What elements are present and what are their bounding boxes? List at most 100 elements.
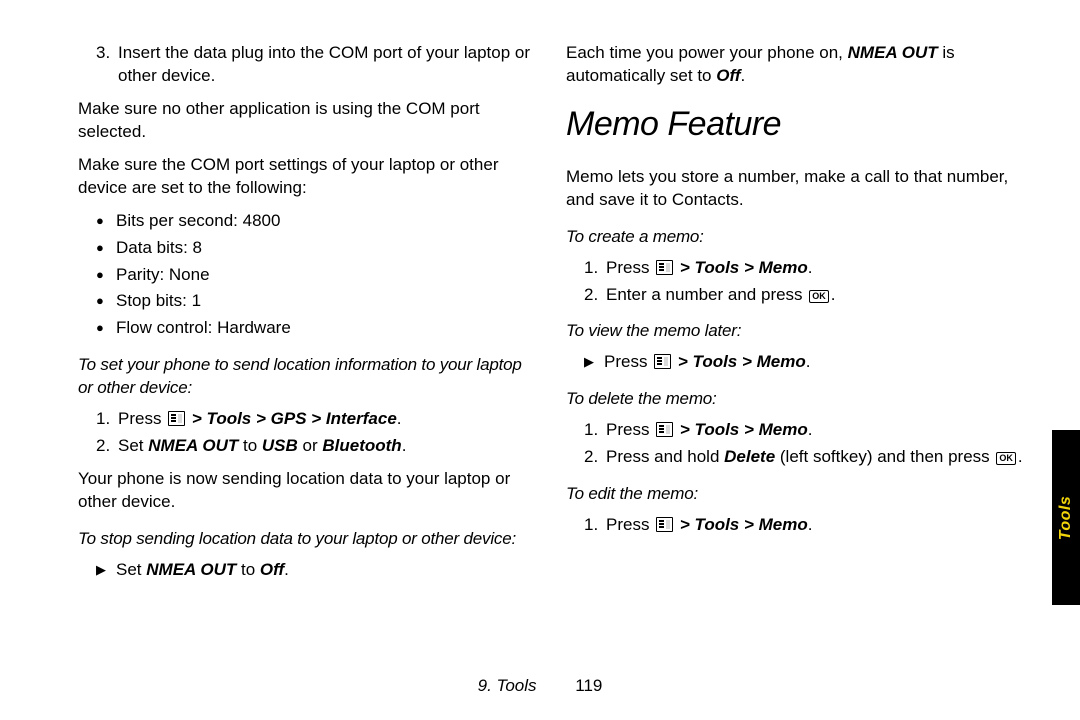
text: Set [116, 560, 146, 579]
step-number: 1. [584, 514, 606, 537]
step-number: 1. [584, 419, 606, 442]
ok-icon: OK [996, 452, 1016, 465]
subheading: To create a memo: [566, 226, 1026, 249]
menu-icon [656, 260, 673, 275]
text: Off [716, 66, 740, 85]
page-footer: 9. Tools 119 [0, 676, 1080, 696]
text: Off [260, 560, 284, 579]
text: > Tools > Memo [673, 352, 806, 371]
subheading: To edit the memo: [566, 483, 1026, 506]
ok-icon: OK [809, 290, 829, 303]
manual-page: 3. Insert the data plug into the COM por… [0, 0, 1080, 720]
list-item: ●Stop bits: 1 [96, 290, 538, 313]
text: > Tools > Memo [675, 515, 808, 534]
subheading: To view the memo later: [566, 320, 1026, 343]
text: (left softkey) and then press [775, 447, 994, 466]
text: Delete [724, 447, 775, 466]
chapter-label: 9. Tools [478, 676, 537, 695]
step-number: 2. [584, 284, 606, 307]
bullet-text: Bits per second: 4800 [116, 210, 280, 233]
text: Bluetooth [322, 436, 401, 455]
step-number: 1. [96, 408, 118, 431]
text: Press [606, 420, 654, 439]
text: to [238, 436, 262, 455]
subheading: To stop sending location data to your la… [78, 528, 538, 551]
step-text: Press > Tools > Memo. [606, 419, 813, 442]
list-item: 2. Press and hold Delete (left softkey) … [584, 446, 1026, 469]
bullet-text: Stop bits: 1 [116, 290, 201, 313]
step-text: Press > Tools > Memo. [606, 257, 813, 280]
step-text: Enter a number and press OK. [606, 284, 836, 307]
bullet-text: Flow control: Hardware [116, 317, 291, 340]
text: Press and hold [606, 447, 724, 466]
list-item: 3. Insert the data plug into the COM por… [96, 42, 538, 88]
path-text: > Tools > GPS > Interface [187, 409, 397, 428]
text: NMEA OUT [146, 560, 236, 579]
page-number: 119 [575, 676, 602, 695]
arrow-icon: ▶ [96, 559, 116, 582]
text: NMEA OUT [848, 43, 938, 62]
body-text: Make sure no other application is using … [78, 98, 538, 144]
section-heading: Memo Feature [566, 102, 1026, 148]
step-number: 1. [584, 257, 606, 280]
step-text: Press and hold Delete (left softkey) and… [606, 446, 1023, 469]
text: . [402, 436, 407, 455]
menu-icon [654, 354, 671, 369]
subheading: To delete the memo: [566, 388, 1026, 411]
step-text: Press > Tools > Memo. [606, 514, 813, 537]
bullet-text: Data bits: 8 [116, 237, 202, 260]
text: Press [604, 352, 652, 371]
text: to [236, 560, 260, 579]
step-number: 2. [584, 446, 606, 469]
list-item: 1. Press > Tools > GPS > Interface. [96, 408, 538, 431]
text: Each time you power your phone on, [566, 43, 848, 62]
right-column: Each time you power your phone on, NMEA … [566, 42, 1026, 586]
list-item: ●Bits per second: 4800 [96, 210, 538, 233]
list-item: 1. Press > Tools > Memo. [584, 419, 1026, 442]
side-tab-label: Tools [1057, 495, 1075, 540]
text: USB [262, 436, 298, 455]
arrow-icon: ▶ [584, 351, 604, 374]
text: . [831, 285, 836, 304]
list-item: 2. Enter a number and press OK. [584, 284, 1026, 307]
step-text: Set NMEA OUT to USB or Bluetooth. [118, 435, 406, 458]
body-text: Memo lets you store a number, make a cal… [566, 166, 1026, 212]
menu-icon [656, 517, 673, 532]
bullet-icon: ● [96, 290, 116, 313]
columns: 3. Insert the data plug into the COM por… [78, 42, 1042, 586]
text: Press [118, 409, 166, 428]
step-number: 2. [96, 435, 118, 458]
list-item: 1. Press > Tools > Memo. [584, 514, 1026, 537]
text: . [397, 409, 402, 428]
list-item: ▶ Set NMEA OUT to Off. [96, 559, 538, 582]
list-item: 2. Set NMEA OUT to USB or Bluetooth. [96, 435, 538, 458]
bullet-icon: ● [96, 317, 116, 340]
list-item: ●Data bits: 8 [96, 237, 538, 260]
bullet-icon: ● [96, 237, 116, 260]
bullet-icon: ● [96, 210, 116, 233]
text: > Tools > Memo [675, 258, 808, 277]
text: . [808, 420, 813, 439]
side-tab: Tools [1052, 430, 1080, 605]
list-item: ●Parity: None [96, 264, 538, 287]
text: . [808, 515, 813, 534]
step-text: Press > Tools > GPS > Interface. [118, 408, 402, 431]
step-text: Set NMEA OUT to Off. [116, 559, 289, 582]
text: Press [606, 515, 654, 534]
step-text: Press > Tools > Memo. [604, 351, 811, 374]
list-item: ●Flow control: Hardware [96, 317, 538, 340]
menu-icon [168, 411, 185, 426]
bullet-icon: ● [96, 264, 116, 287]
text: Enter a number and press [606, 285, 807, 304]
left-column: 3. Insert the data plug into the COM por… [78, 42, 538, 586]
text: Set [118, 436, 148, 455]
text: NMEA OUT [148, 436, 238, 455]
text: . [741, 66, 746, 85]
text: . [284, 560, 289, 579]
text: > Tools > Memo [675, 420, 808, 439]
body-text: Your phone is now sending location data … [78, 468, 538, 514]
bullet-text: Parity: None [116, 264, 210, 287]
step-text: Insert the data plug into the COM port o… [118, 42, 538, 88]
menu-icon [656, 422, 673, 437]
text: . [808, 258, 813, 277]
